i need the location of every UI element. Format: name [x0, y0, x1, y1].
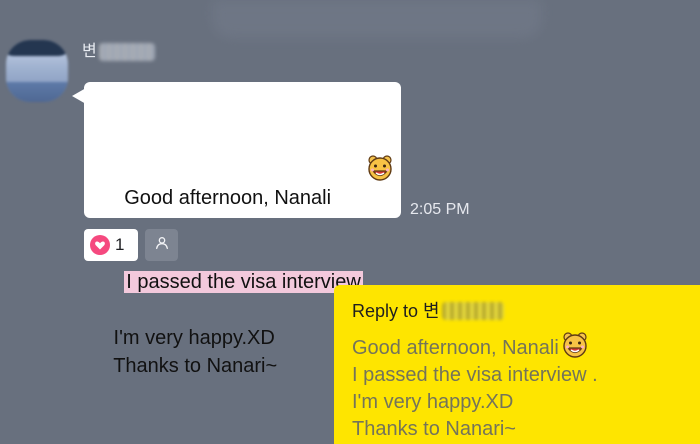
sender-name-blur — [98, 43, 155, 61]
message-text-1: Good afternoon, Nanali — [124, 187, 332, 209]
reply-label: Reply to — [352, 301, 419, 321]
message-line-1: Good afternoon, Nanali — [102, 98, 401, 240]
sender-name: 변 — [82, 42, 155, 62]
quoted-line-3: I'm very happy.XD — [352, 391, 514, 413]
blurred-top-banner — [212, 0, 542, 38]
incoming-message-bubble[interactable]: Good afternoon, Nanali I passed the visa… — [84, 82, 401, 377]
reply-message-bubble[interactable]: Reply to 변 Good afternoon, Nanali I pass… — [334, 285, 700, 444]
reaction-users-button[interactable] — [145, 229, 178, 261]
message-timestamp: 2:05 PM — [410, 201, 470, 218]
smiling-rabbit-emoji-icon — [561, 331, 589, 359]
quoted-text-1: Good afternoon, Nanali — [352, 337, 559, 359]
reply-header: Reply to 변 — [352, 300, 700, 322]
highlighted-message-text: I passed the visa interview — [124, 271, 363, 293]
reaction-count: 1 — [115, 235, 125, 254]
sender-avatar[interactable] — [6, 40, 68, 102]
quoted-message: Good afternoon, Nanali I passed the visa… — [352, 331, 700, 443]
reply-sender-blur — [441, 302, 504, 320]
reaction-button[interactable]: 1 — [84, 229, 138, 261]
person-icon — [154, 235, 170, 256]
quoted-line-2: I passed the visa interview . — [352, 364, 598, 386]
heart-icon — [90, 235, 110, 255]
smiling-rabbit-emoji-icon — [333, 126, 393, 181]
sender-name-prefix: 변 — [82, 43, 97, 60]
quoted-line-1: Good afternoon, Nanali — [352, 331, 700, 362]
quoted-line-4: Thanks to Nanari~ — [352, 418, 516, 440]
reply-sender-prefix: 변 — [423, 301, 440, 321]
